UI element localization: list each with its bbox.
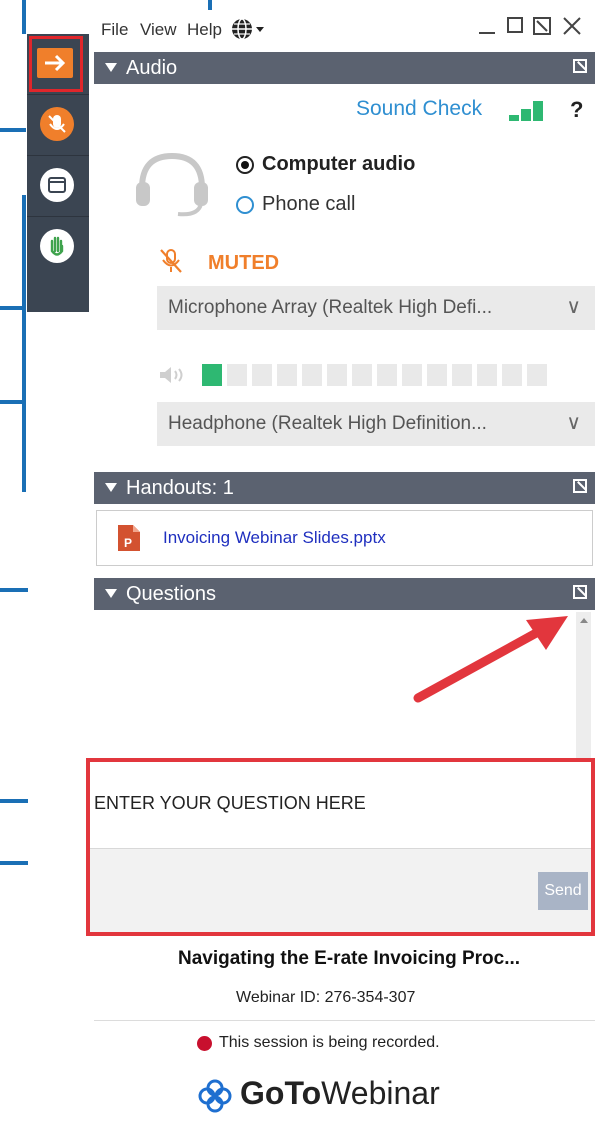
menu-file[interactable]: File — [101, 20, 128, 40]
volume-meter-segment — [202, 364, 222, 386]
handouts-panel-header[interactable]: Handouts: 1 — [94, 472, 595, 504]
mic-muted-status-icon — [158, 247, 184, 280]
popout-window-icon[interactable] — [533, 17, 551, 40]
phone-call-radio[interactable] — [236, 196, 254, 214]
phone-call-label[interactable]: Phone call — [262, 193, 355, 216]
chevron-down-icon: ∨ — [566, 296, 581, 318]
volume-meter-segment — [302, 364, 322, 386]
callout-line — [0, 306, 26, 310]
close-icon[interactable] — [561, 15, 583, 42]
send-button[interactable]: Send — [538, 872, 588, 910]
collapse-triangle-icon — [105, 589, 117, 598]
callout-line — [0, 861, 28, 865]
computer-audio-label[interactable]: Computer audio — [262, 153, 415, 176]
volume-meter-segment — [402, 364, 422, 386]
collapse-panel-button[interactable] — [27, 34, 89, 95]
microphone-select-value: Microphone Array (Realtek High Defi... — [168, 297, 493, 318]
volume-meter-segment — [527, 364, 547, 386]
mic-muted-icon — [40, 107, 74, 141]
sound-check-link[interactable]: Sound Check — [356, 97, 482, 121]
volume-meter-segment — [252, 364, 272, 386]
language-menu[interactable] — [231, 17, 269, 46]
mute-toggle-button[interactable] — [27, 95, 89, 156]
volume-meter-segment — [327, 364, 347, 386]
powerpoint-badge: P — [124, 536, 132, 550]
volume-meter-segment — [227, 364, 247, 386]
questions-panel-title: Questions — [126, 583, 217, 605]
signal-strength-icon — [507, 99, 551, 128]
chevron-down-icon: ∨ — [566, 412, 581, 434]
volume-meter-segment — [452, 364, 472, 386]
question-entry-highlight: ENTER YOUR QUESTION HERE Send — [86, 758, 595, 936]
handout-item[interactable]: P Invoicing Webinar Slides.pptx — [96, 510, 593, 566]
powerpoint-icon: P — [116, 523, 142, 558]
side-toolbar — [27, 34, 89, 312]
sound-help-icon[interactable]: ? — [570, 97, 583, 123]
maximize-icon[interactable] — [507, 17, 523, 33]
questions-scrollbar[interactable] — [576, 612, 591, 758]
headset-icon — [132, 148, 212, 225]
question-input-placeholder: ENTER YOUR QUESTION HERE — [94, 793, 366, 813]
minimize-icon[interactable] — [479, 32, 495, 34]
callout-line — [22, 195, 26, 492]
collapse-triangle-icon — [105, 483, 117, 492]
hand-icon — [40, 229, 74, 263]
audio-panel-title: Audio — [126, 57, 178, 79]
webinar-title: Navigating the E-rate Invoicing Proc... — [178, 948, 521, 969]
volume-meter-segment — [477, 364, 497, 386]
divider — [94, 1020, 595, 1021]
gotowebinar-logo: GoToWebinar — [240, 1075, 440, 1112]
webinar-id: Webinar ID: 276-354-307 — [236, 989, 416, 1006]
computer-audio-radio[interactable] — [236, 156, 254, 174]
speaker-icon — [158, 365, 188, 390]
callout-line — [0, 799, 28, 803]
globe-icon — [232, 18, 264, 40]
popout-icon[interactable] — [573, 585, 587, 599]
headphone-select[interactable]: Headphone (Realtek High Definition... ∨ — [157, 402, 595, 446]
volume-meter-segment — [277, 364, 297, 386]
callout-line — [22, 0, 26, 34]
muted-status: MUTED — [208, 252, 280, 274]
popout-icon[interactable] — [573, 479, 587, 493]
menu-view[interactable]: View — [140, 20, 177, 40]
callout-line — [0, 128, 26, 132]
callout-line — [0, 588, 28, 592]
audio-panel-header[interactable]: Audio — [94, 52, 595, 84]
raise-hand-button[interactable] — [27, 217, 89, 277]
logo-goto: GoTo — [240, 1075, 322, 1111]
collapse-triangle-icon — [105, 63, 117, 72]
handouts-panel-title: Handouts: 1 — [126, 477, 234, 499]
logo-webinar: Webinar — [321, 1075, 440, 1111]
question-input[interactable]: ENTER YOUR QUESTION HERE — [90, 762, 591, 849]
arrow-right-icon — [37, 48, 73, 78]
recording-notice: This session is being recorded. — [219, 1034, 440, 1051]
microphone-select[interactable]: Microphone Array (Realtek High Defi... ∨ — [157, 286, 595, 330]
scroll-up-icon[interactable] — [580, 618, 588, 623]
volume-meter-segment — [427, 364, 447, 386]
volume-meter-segment — [352, 364, 372, 386]
record-dot-icon — [197, 1036, 212, 1051]
screen-button[interactable] — [27, 156, 89, 217]
popout-icon[interactable] — [573, 59, 587, 73]
headphone-select-value: Headphone (Realtek High Definition... — [168, 413, 487, 434]
screen-icon — [40, 168, 74, 202]
callout-line — [0, 400, 26, 404]
handout-file-link[interactable]: Invoicing Webinar Slides.pptx — [163, 528, 386, 548]
annotation-arrow — [413, 616, 568, 703]
volume-meter-segment — [377, 364, 397, 386]
volume-meter-segment — [502, 364, 522, 386]
menu-help[interactable]: Help — [187, 20, 222, 40]
question-toolbar: Send — [90, 849, 591, 932]
menu-bar: File View Help — [95, 10, 595, 50]
gotowebinar-logo-icon — [196, 1077, 234, 1120]
